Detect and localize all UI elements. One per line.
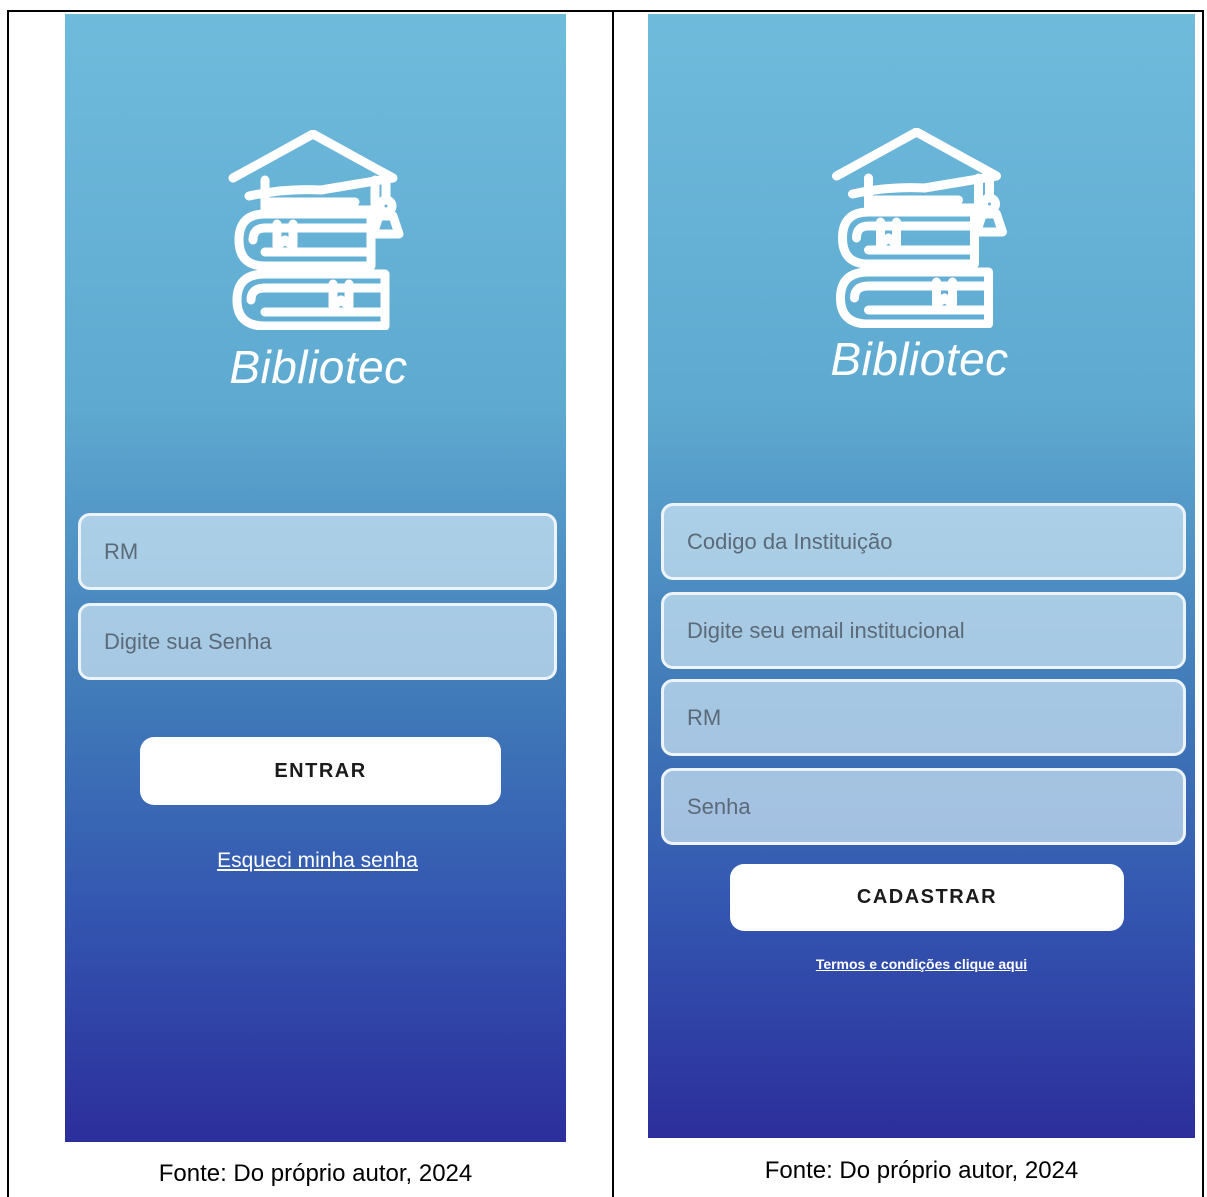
figure-caption-left: Fonte: Do próprio autor, 2024 [158, 1160, 473, 1187]
rm-placeholder: RM [104, 538, 139, 564]
graduation-cap-books-icon [228, 130, 404, 330]
rm-placeholder: RM [687, 704, 722, 730]
email-placeholder: Digite seu email institucional [687, 617, 965, 643]
institution-code-placeholder: Codigo da Instituição [687, 528, 893, 554]
password-input[interactable]: Digite sua Senha [78, 603, 557, 680]
institution-code-input[interactable]: Codigo da Instituição [661, 503, 1186, 580]
table-divider [612, 10, 614, 1197]
password-input[interactable]: Senha [661, 768, 1186, 845]
password-placeholder: Senha [687, 793, 751, 819]
login-screen: Bibliotec RM Digite sua Senha ENTRAR Esq… [65, 14, 566, 1142]
forgot-password-link[interactable]: Esqueci minha senha [67, 849, 566, 873]
figure-caption-right: Fonte: Do próprio autor, 2024 [764, 1157, 1079, 1184]
app-brand: Bibliotec [229, 341, 408, 393]
terms-link[interactable]: Termos e condições clique aqui [648, 956, 1195, 972]
password-placeholder: Digite sua Senha [104, 628, 272, 654]
email-input[interactable]: Digite seu email institucional [661, 592, 1186, 669]
login-button[interactable]: ENTRAR [140, 737, 501, 805]
app-brand: Bibliotec [830, 333, 1009, 385]
graduation-cap-books-icon [832, 128, 1007, 328]
rm-input[interactable]: RM [78, 513, 557, 590]
signup-button[interactable]: CADASTRAR [730, 864, 1124, 931]
rm-input[interactable]: RM [661, 679, 1186, 756]
signup-screen: Bibliotec Codigo da Instituição Digite s… [648, 14, 1195, 1138]
